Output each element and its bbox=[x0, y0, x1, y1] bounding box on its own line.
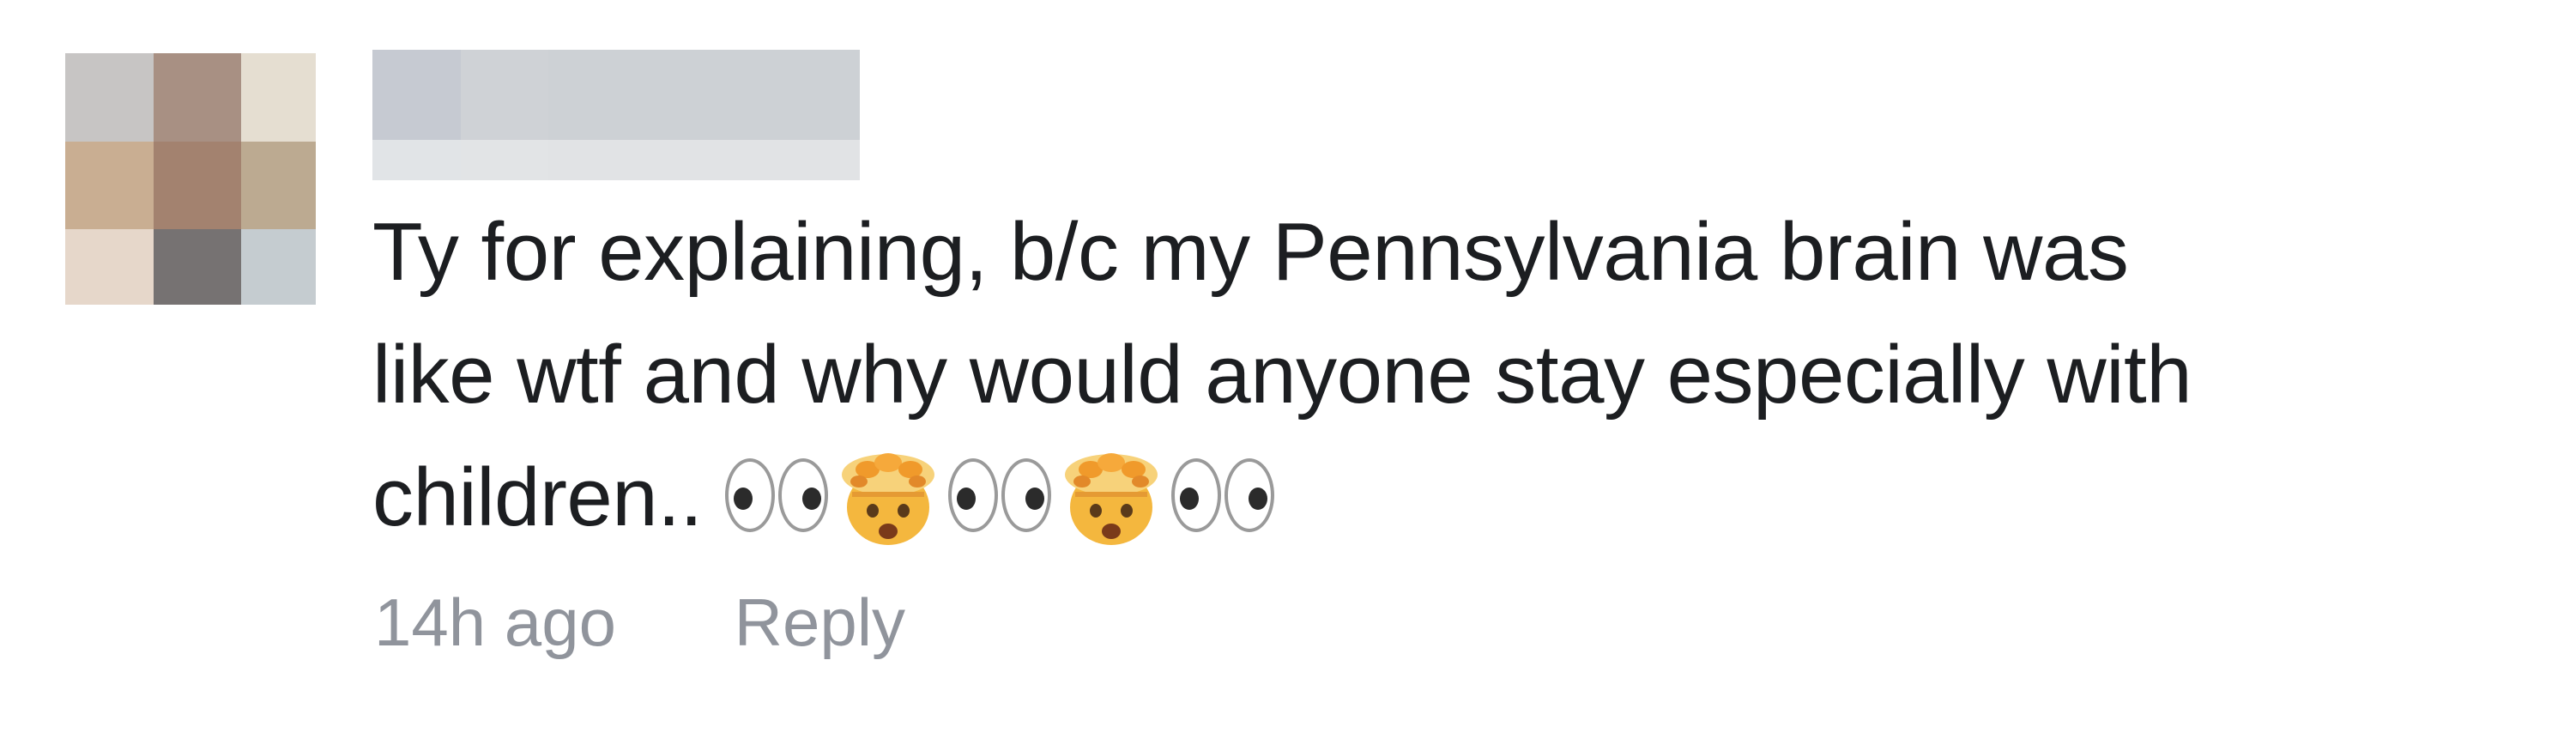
eyes-emoji bbox=[724, 457, 828, 532]
comment-line-3-text: children.. bbox=[372, 451, 703, 543]
avatar-tile bbox=[241, 229, 316, 305]
eyes-emoji bbox=[1170, 457, 1274, 532]
author-name-blur-tile bbox=[548, 140, 636, 180]
emoji-sequence bbox=[723, 440, 1276, 550]
author-name-blurred[interactable] bbox=[372, 50, 860, 180]
comment-line-2: like wtf and why would anyone stay espec… bbox=[372, 329, 2192, 421]
eye-left bbox=[1170, 457, 1221, 532]
author-name-blur-tile bbox=[548, 50, 636, 140]
author-name-blur-tile bbox=[636, 50, 723, 140]
author-name-blur-tile bbox=[723, 50, 860, 140]
exploding-head-emoji bbox=[1064, 452, 1158, 545]
timestamp: 14h ago bbox=[374, 584, 616, 660]
author-name-blur-tile bbox=[461, 50, 548, 140]
eye-left bbox=[947, 457, 998, 532]
exploding-head-emoji bbox=[841, 452, 934, 545]
author-name-blur-tile bbox=[372, 140, 461, 180]
author-name-blur-tile bbox=[461, 140, 548, 180]
avatar-tile bbox=[154, 142, 241, 229]
author-name-blur-tile bbox=[636, 140, 723, 180]
avatar-tile bbox=[65, 142, 154, 229]
avatar-tile bbox=[65, 229, 154, 305]
comment-meta: 14h ago Reply bbox=[374, 584, 905, 662]
eye-right bbox=[777, 457, 828, 532]
author-name-blur-tile bbox=[723, 140, 860, 180]
avatar[interactable] bbox=[65, 53, 316, 305]
avatar-tile bbox=[65, 53, 154, 142]
eye-left bbox=[724, 457, 775, 532]
eyes-emoji bbox=[947, 457, 1051, 532]
avatar-tile bbox=[154, 229, 241, 305]
eye-right bbox=[1224, 457, 1274, 532]
avatar-tile bbox=[154, 53, 241, 142]
author-name-blur-tile bbox=[372, 50, 461, 140]
eye-right bbox=[1001, 457, 1051, 532]
comment-text: Ty for explaining, b/c my Pennsylvania b… bbox=[372, 191, 2500, 559]
comment-line-1: Ty for explaining, b/c my Pennsylvania b… bbox=[372, 206, 2129, 298]
avatar-tile bbox=[241, 53, 316, 142]
avatar-tile bbox=[241, 142, 316, 229]
comment-line-3: children.. bbox=[372, 436, 2500, 559]
reply-button[interactable]: Reply bbox=[735, 584, 905, 660]
